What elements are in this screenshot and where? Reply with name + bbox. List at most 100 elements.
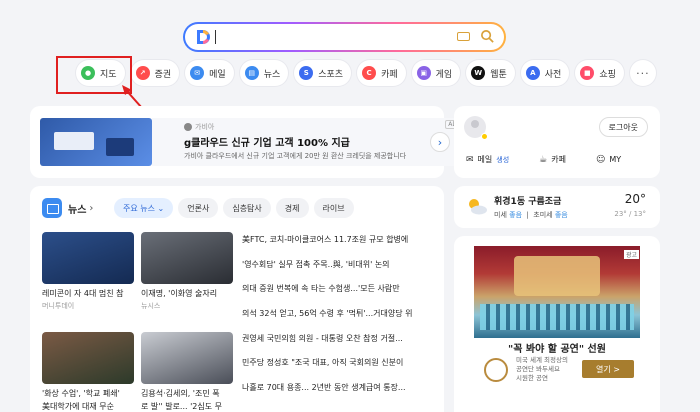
news-icon (42, 198, 62, 218)
news-headline[interactable]: 의대 증원 번복에 속 타는 수험생...'모든 사람만 (242, 283, 438, 308)
dust-label: 미세 (494, 211, 507, 219)
promo-image[interactable] (474, 246, 640, 338)
shortcut-label: 웹툰 (490, 69, 507, 80)
news-headline-list: 美FTC, 코치-마이클코어스 11.7조원 규모 합병에 '영수회담' 실무 … (242, 234, 438, 407)
ad-tag: 광고 (624, 250, 640, 259)
news-tabs: 주요 뉴스 ⌄ 언론사 심층탐사 경제 라이브 (114, 198, 354, 218)
weather-card[interactable]: 휘경1동 구름조금 미세 좋음 | 초미세 좋음 20° 23° / 13° (454, 186, 660, 228)
news-headline[interactable]: '영수회담' 실무 접촉 주목..與, '비대위' 논의 (242, 259, 438, 284)
news-thumb[interactable]: 이재명, '이화영 술자리 뉴시스 (141, 232, 233, 311)
mail-link[interactable]: ✉ 메일 생성 (466, 154, 509, 165)
tab-live[interactable]: 라이브 (313, 198, 354, 218)
more-shortcuts-button[interactable]: ··· (629, 60, 656, 86)
mail-icon: ✉ (466, 154, 474, 165)
ad-headline[interactable]: g클라우드 신규 기업 고객 100% 지급 (184, 134, 350, 149)
news-thumb[interactable]: 레미콘이 자 4대 멈친 참 머니투데이 (42, 232, 134, 311)
user-icon: ☺ (595, 154, 606, 165)
news-headline[interactable]: 민주당 정성호 "조국 대표, 아직 국회의원 신분이 (242, 357, 438, 382)
status-dot (481, 133, 488, 140)
news-thumb-image (141, 332, 233, 384)
shortcut-mail[interactable]: ✉ 메일 (185, 60, 234, 86)
shortcut-label: 카페 (381, 69, 398, 80)
my-label: MY (609, 155, 622, 164)
text-caret (215, 30, 216, 44)
shortcut-cafe[interactable]: C 카페 (357, 60, 406, 86)
shortcut-label: 증권 (154, 69, 172, 80)
news-thumb-image (42, 232, 134, 284)
cafe-link[interactable]: ☕ 카페 (539, 154, 566, 165)
stock-icon: ↗ (135, 66, 150, 80)
search-icon[interactable] (480, 29, 495, 44)
promo-image-stage (514, 256, 600, 296)
webtoon-icon: W (471, 66, 486, 80)
dust-value: 좋음 (509, 211, 523, 219)
shortcut-news[interactable]: ▤ 뉴스 (239, 60, 289, 86)
news-header[interactable]: 뉴스 › (42, 198, 93, 218)
news-thumb-caption: 이재명, '이화영 술자리 (141, 289, 218, 298)
air-quality: 미세 좋음 | 초미세 좋음 (494, 211, 568, 219)
search-bar[interactable] (183, 22, 506, 52)
news-title: 뉴스 (68, 204, 87, 216)
chevron-down-icon: ⌄ (157, 203, 165, 213)
cafe-label: 카페 (551, 155, 566, 164)
news-thumb-press: 머니투데이 (42, 302, 75, 310)
news-headline[interactable]: 나홀로 70대 용종... 2년반 동안 생계급여 통장... (242, 382, 438, 407)
ad-text-group: 가비아 g클라우드 신규 기업 고객 100% 지급 가비아 클라우드에서 신규… (152, 118, 464, 166)
my-link[interactable]: ☺ MY (596, 155, 621, 165)
ad-source-label: 가비아 (195, 123, 215, 131)
news-thumb[interactable]: 김용석·김세의, '조민 폭 로 발'' 발로... '2심도 무 (141, 332, 233, 412)
news-thumb[interactable]: '화상 수업', '학교 폐쇄' 美대학가에 대재 무순 (42, 332, 134, 412)
weather-condition: 휘경1동 구름조금 (494, 197, 562, 207)
tab-press[interactable]: 언론사 (178, 198, 219, 218)
brand-icon (184, 123, 192, 131)
news-thumb-image (42, 332, 134, 384)
tab-label: 주요 뉴스 (123, 203, 155, 213)
promo-desc-line: 공연단 봐두세요 (516, 365, 560, 373)
shortcut-label: 게임 (435, 69, 453, 80)
news-thumb-press: 로 발'' 발로... '2심도 무 (141, 402, 223, 411)
shortcut-webtoon[interactable]: W 웹툰 (466, 60, 515, 86)
news-thumb-caption: '화상 수업', '학교 폐쇄' (42, 389, 120, 398)
ad-source: 가비아 (184, 122, 214, 132)
news-thumb-image (141, 232, 233, 284)
mail-label: 메일 (477, 155, 493, 164)
promo-image-dancers (480, 304, 634, 330)
news-thumb-caption: 김용석·김세의, '조민 폭 (141, 389, 220, 398)
tab-economy[interactable]: 경제 (275, 198, 309, 218)
account-card: 로그아웃 ✉ 메일 생성 ☕ 카페 ☺ MY (454, 106, 660, 178)
chevron-right-icon[interactable]: › (430, 132, 450, 152)
keyboard-icon[interactable] (457, 32, 470, 41)
promo-title: "꼭 봐야 할 공연" 선원 (508, 344, 606, 355)
cafe-icon: C (362, 66, 377, 80)
dictionary-icon: A (525, 66, 540, 80)
account-links: ✉ 메일 생성 ☕ 카페 ☺ MY (466, 154, 621, 165)
news-icon: ▤ (244, 66, 259, 80)
temperature-range: 23° / 13° (614, 210, 646, 218)
ad-card[interactable]: 가비아 g클라우드 신규 기업 고객 100% 지급 가비아 클라우드에서 신규… (30, 106, 464, 178)
shortcut-shopping[interactable]: ■ 쇼핑 (575, 60, 624, 86)
tab-deep-dive[interactable]: 심층탐사 (223, 198, 271, 218)
news-thumb-press: 뉴시스 (141, 302, 161, 310)
ultra-dust-value: 좋음 (554, 211, 568, 219)
tab-main-news[interactable]: 주요 뉴스 ⌄ (114, 198, 174, 218)
news-headline[interactable]: 의석 32석 얻고, 56억 수령 후 '먹튀'...거대양당 위 (242, 308, 438, 333)
news-thumb-press: 美대학가에 대재 무순 (42, 402, 114, 411)
shortcut-sports[interactable]: S 스포츠 (294, 60, 352, 86)
logout-button[interactable]: 로그아웃 (598, 117, 648, 137)
search-input[interactable] (215, 28, 445, 46)
shopping-icon: ■ (580, 66, 595, 80)
mail-icon: ✉ (190, 66, 205, 80)
news-headline[interactable]: 권영세 국민의힘 의원 - 대통령 오찬 참정 거절... (242, 333, 438, 358)
shortcut-label: 메일 (209, 69, 226, 80)
ad-banner-shape (54, 132, 94, 150)
shortcut-label: 쇼핑 (599, 69, 616, 80)
shortcut-label: 사전 (544, 69, 562, 80)
shortcut-dictionary[interactable]: A 사전 (520, 60, 570, 86)
news-headline[interactable]: 美FTC, 코치-마이클코어스 11.7조원 규모 합병에 (242, 234, 438, 259)
news-card: 뉴스 › 주요 뉴스 ⌄ 언론사 심층탐사 경제 라이브 레미콘이 자 4대 멈… (30, 186, 444, 412)
game-icon: ▣ (416, 66, 431, 80)
sports-icon: S (299, 66, 314, 80)
promo-card[interactable]: 광고 "꼭 봐야 할 공연" 선원 미국 세계 최정상의 공연단 봐두세요 시원… (454, 236, 660, 412)
shortcut-game[interactable]: ▣ 게임 (411, 60, 461, 86)
open-button[interactable]: 열기 > (582, 360, 634, 378)
